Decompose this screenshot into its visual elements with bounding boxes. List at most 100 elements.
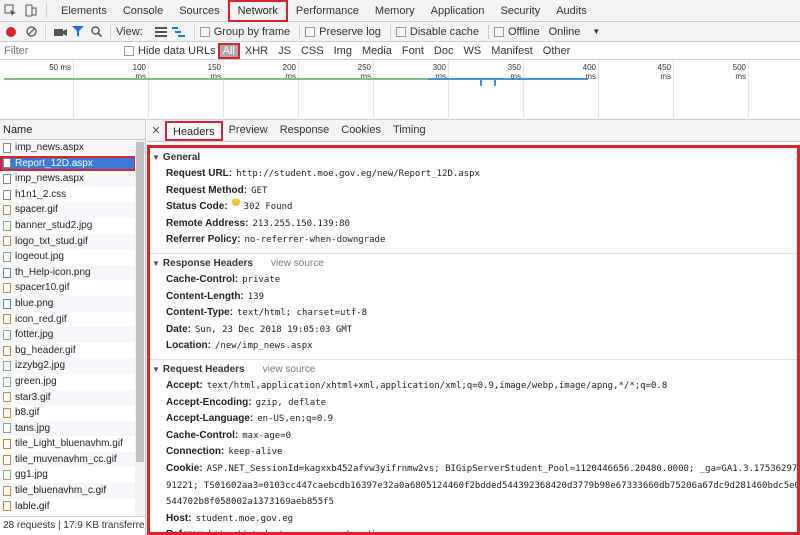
header-value: text/html,application/xhtml+xml,applicat… [206,380,668,391]
request-name: tile_muvenavhm_cc.gif [15,453,117,465]
request-row[interactable]: imp_news.aspx [0,171,136,187]
request-row[interactable]: b8.gif [0,405,136,421]
request-row[interactable]: banner_stud2.jpg [0,218,136,234]
request-name: imp_news.aspx [15,173,84,185]
filter-type-ws[interactable]: WS [458,45,486,57]
disable-cache-checkbox[interactable]: Disable cache [395,26,479,38]
request-row[interactable]: logeout.jpg [0,249,136,265]
header-row: Cache-Control: max-age=0 [150,428,797,445]
filter-type-other[interactable]: Other [538,45,576,57]
offline-checkbox[interactable]: Offline [493,26,540,38]
search-icon[interactable] [87,23,105,41]
request-name: izzybg2.jpg [15,360,66,372]
filter-type-all[interactable]: All [217,42,240,59]
close-icon[interactable]: ✕ [147,124,165,137]
toolbar-divider [46,3,47,18]
filter-funnel-icon[interactable] [69,23,87,41]
checkbox-box[interactable] [493,26,504,37]
tab-timing[interactable]: Timing [387,121,432,141]
hide-data-urls-checkbox[interactable]: Hide data URLs [124,45,216,57]
request-row[interactable]: tile_bluenavhm_c.gif [0,483,136,499]
tab-performance[interactable]: Performance [288,0,367,22]
tab-audits[interactable]: Audits [548,0,595,22]
request-name: fotter.jpg [15,329,54,341]
request-row[interactable]: bg_header.gif [0,343,136,359]
header-row: Cache-Control: private [150,272,797,289]
tab-network[interactable]: Network [227,0,288,22]
tab-cookies[interactable]: Cookies [335,121,387,141]
large-rows-icon[interactable] [152,23,170,41]
filter-type-img[interactable]: Img [329,45,357,57]
image-file-icon [3,454,11,465]
filter-type-font[interactable]: Font [397,45,429,57]
checkbox-box[interactable] [199,26,210,37]
header-name: Cookie: [166,462,203,474]
waterfall-overview-icon[interactable] [170,23,188,41]
toolbar-divider [389,24,391,39]
request-name: green.jpg [15,375,57,387]
clear-icon[interactable] [22,23,40,41]
request-headers-section: ▼ Request Headers view source Accept: text/… [150,360,797,532]
filter-input[interactable] [0,42,124,59]
request-row[interactable]: h1n1_2.css [0,187,136,203]
request-row[interactable]: Report_12D.aspx [0,155,136,172]
filter-type-js[interactable]: JS [273,45,296,57]
name-column-header[interactable]: Name [0,120,146,140]
timeline-gridline [748,60,749,120]
checkbox-box[interactable] [395,26,406,37]
request-row[interactable]: gg1.jpg [0,467,136,483]
tab-security[interactable]: Security [492,0,548,22]
request-row[interactable]: green.jpg [0,374,136,390]
filter-type-css[interactable]: CSS [296,45,329,57]
scrollbar-thumb[interactable] [136,142,144,462]
screenshot-camera-icon[interactable] [51,23,69,41]
group-by-frame-checkbox[interactable]: Group by frame [199,26,290,38]
tab-preview[interactable]: Preview [223,121,274,141]
checkbox-box[interactable] [124,45,134,56]
request-row[interactable]: tile_muvenavhm_cc.gif [0,451,136,468]
request-row[interactable]: logo_txt_stud.gif [0,233,136,250]
device-toolbar-icon[interactable] [20,0,40,22]
image-file-icon [3,439,11,450]
timeline-overview[interactable]: 50 ms 100 ms 150 ms 200 ms 250 ms 300 ms 350 m… [0,60,800,120]
request-row[interactable]: blue.png [0,295,136,312]
request-row[interactable]: fotter.jpg [0,327,136,343]
filter-type-manifest[interactable]: Manifest [486,45,538,57]
filter-type-doc[interactable]: Doc [429,45,459,57]
request-list-scrollbar[interactable] [135,140,145,516]
filter-type-xhr[interactable]: XHR [240,45,273,57]
tab-console[interactable]: Console [115,0,171,22]
record-button[interactable] [6,26,16,37]
response-headers-header[interactable]: ▼ Response Headers view source [150,256,797,272]
image-file-icon [3,470,11,481]
inspect-element-icon[interactable] [0,0,20,22]
tab-application[interactable]: Application [423,0,493,22]
request-row[interactable]: lable.gif [0,499,136,515]
filter-type-media[interactable]: Media [357,45,397,57]
request-row[interactable]: tile_Light_bluenavhm.gif [0,436,136,452]
tab-response[interactable]: Response [274,121,336,141]
header-value: ASP.NET_SessionId=kagxxb452afvw3yifrnmw2… [206,463,797,474]
image-file-icon [3,485,11,496]
checkbox-box[interactable] [305,26,316,37]
request-row[interactable]: izzybg2.jpg [0,358,136,374]
preserve-log-checkbox[interactable]: Preserve log [305,26,381,38]
view-source-link[interactable]: view source [271,256,324,272]
tab-elements[interactable]: Elements [53,0,115,22]
request-row[interactable]: spacer10.gif [0,280,136,296]
request-row[interactable]: star3.gif [0,389,136,406]
request-row[interactable]: tans.jpg [0,420,136,437]
tab-sources[interactable]: Sources [171,0,227,22]
request-row[interactable]: spacer.gif [0,202,136,218]
request-headers-header[interactable]: ▼ Request Headers view source [150,362,797,378]
throttling-select[interactable]: Online ▼ [549,26,601,38]
tab-memory[interactable]: Memory [367,0,423,22]
request-row[interactable]: icon_red.gif [0,312,136,328]
view-source-link[interactable]: view source [263,362,316,378]
request-row[interactable]: th_Help-icon.png [0,264,136,281]
tab-headers[interactable]: Headers [165,120,223,141]
general-section-header[interactable]: ▼ General [150,150,797,166]
timeline-tick-label: 50 ms [49,63,71,72]
request-row[interactable]: imp_news.aspx [0,140,136,156]
request-name: h1n1_2.css [15,188,67,200]
